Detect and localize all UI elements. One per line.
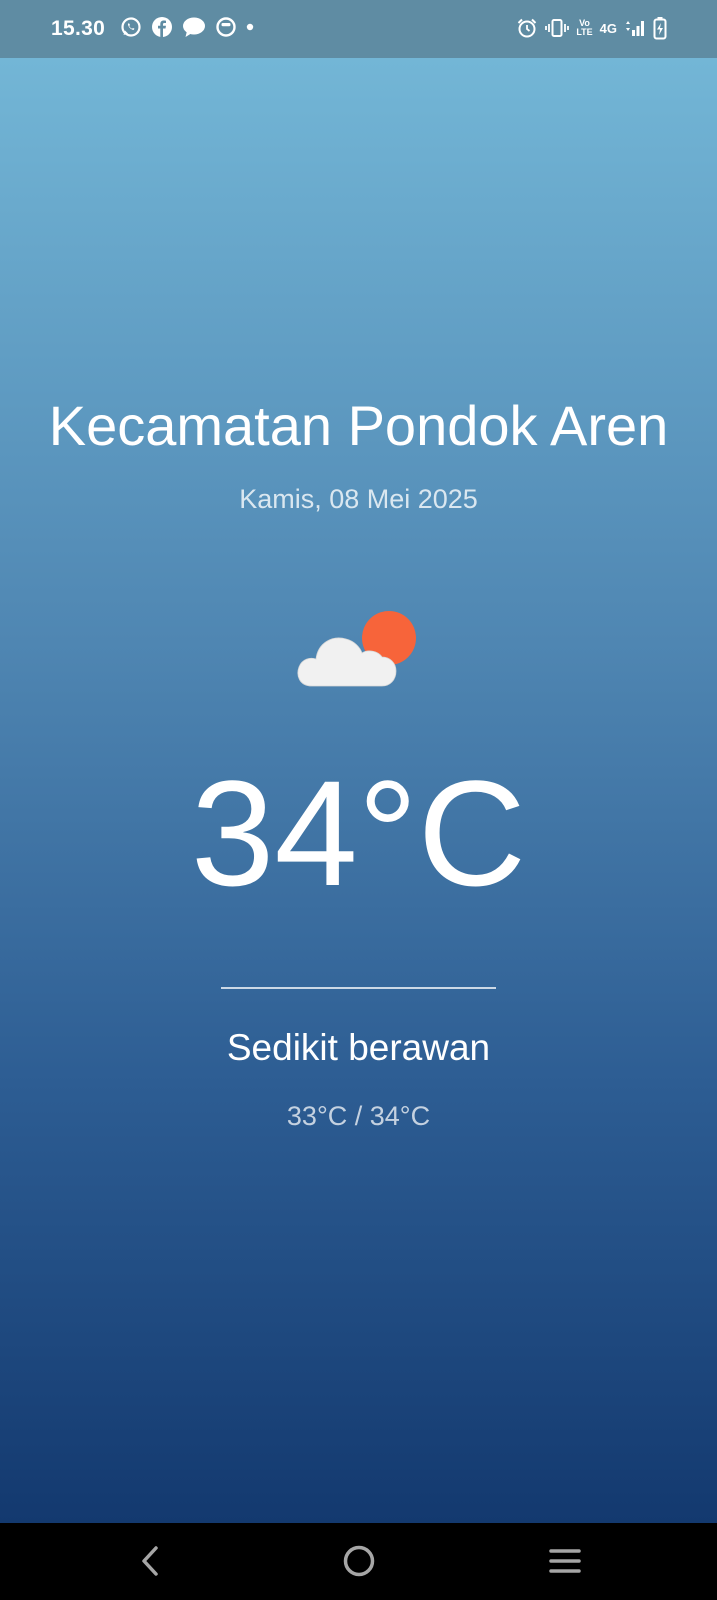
alarm-icon [518,18,537,38]
weather-panel: Kecamatan Pondok Aren Kamis, 08 Mei 2025… [0,58,717,1523]
facebook-icon [152,17,172,37]
chat-bubble-icon [183,17,205,37]
signal-icon [626,21,644,36]
more-notifications-dot-icon [246,23,254,31]
system-status-icons: Vo LTE 4G [516,16,667,40]
location-title: Kecamatan Pondok Aren [48,394,669,457]
volte-icon: Vo LTE [576,18,593,37]
vibrate-icon [545,19,570,37]
date-label: Kamis, 08 Mei 2025 [239,484,478,514]
navigation-bar [0,1523,717,1600]
divider [221,987,496,989]
status-bar: 15.30 Vo LTE 4G [0,0,717,58]
battery-charging-icon [653,17,667,40]
weather-app-screen: 15.30 Vo LTE 4G Kecamatan Pondok Aren Ka… [0,0,717,1600]
weather-condition: Sedikit berawan [226,1027,491,1068]
notification-icons [120,16,254,38]
min-max-temperature: 33°C / 34°C [286,1101,431,1131]
home-button[interactable] [337,1539,381,1583]
recents-button[interactable] [543,1539,587,1583]
back-button[interactable] [128,1539,172,1583]
partly-cloudy-icon [297,611,416,687]
current-temperature: 34°C [190,749,527,917]
network-4g-icon: 4G [599,20,617,36]
status-time: 15.30 [51,17,106,40]
back-icon [142,1546,158,1576]
home-icon [343,1545,375,1577]
app-notification-icon [216,17,236,37]
whatsapp-icon [121,17,141,37]
recents-icon [549,1549,581,1573]
